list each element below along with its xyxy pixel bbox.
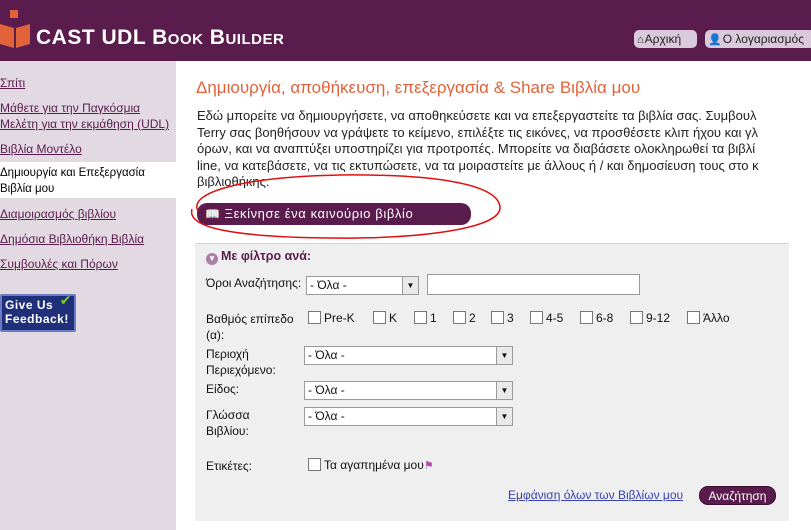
grade-checkbox-prek[interactable]: Pre-K xyxy=(308,310,355,326)
favorites-label: Τα αγαπημένα μου xyxy=(324,458,424,472)
grade-checkbox-2[interactable]: 2 xyxy=(453,310,476,326)
dropdown-arrow-icon: ▼ xyxy=(496,347,512,364)
grade-label: 3 xyxy=(507,311,514,325)
grade-checkbox-9-12[interactable]: 9-12 xyxy=(630,310,670,326)
search-button[interactable]: Αναζήτηση xyxy=(699,486,776,505)
intro-line: Terry σας βοηθήσουν να γράψετε το κείμεν… xyxy=(197,124,759,140)
grade-label: Άλλο xyxy=(703,311,730,325)
checkbox-icon xyxy=(687,311,700,324)
favorites-checkbox[interactable]: Τα αγαπημένα μου⚑ xyxy=(308,457,434,474)
sidebar-item-model-books[interactable]: Βιβλία Μοντέλο xyxy=(0,141,178,157)
genre-select-value: - Όλα - xyxy=(308,383,345,397)
checkbox-icon xyxy=(530,311,543,324)
intro-line: Εδώ μπορείτε να δημιουργήσετε, να αποθηκ… xyxy=(197,108,757,123)
sidebar-item-learn-udl[interactable]: Μάθετε για την Παγκόσμια Μελέτη για την … xyxy=(0,100,178,132)
search-field-select-value: - Όλα - xyxy=(310,278,347,292)
checkbox-icon xyxy=(373,311,386,324)
sidebar-item-public-library[interactable]: Δημόσια Βιβλιοθήκη Βιβλία xyxy=(0,231,178,247)
grade-label: 2 xyxy=(469,311,476,325)
grade-checkbox-other[interactable]: Άλλο xyxy=(687,310,730,326)
home-button[interactable]: ⌂Αρχική xyxy=(634,30,697,48)
filter-title: Με φίλτρο ανά: xyxy=(221,249,312,263)
language-label: Γλώσσα Βιβλίου: xyxy=(206,408,250,438)
collapse-icon: ▼ xyxy=(206,253,218,265)
search-field-select[interactable]: - Όλα - ▼ xyxy=(306,276,419,295)
dropdown-arrow-icon: ▼ xyxy=(496,382,512,399)
brand-book-builder: Book Builder xyxy=(152,26,285,49)
dropdown-arrow-icon: ▼ xyxy=(402,277,418,294)
brand-title[interactable]: CAST UDL Book Builder xyxy=(36,26,284,50)
grade-label: 1 xyxy=(430,311,437,325)
intro-line: line, να κατεβάσετε, να τις εκτυπώσετε, … xyxy=(197,157,759,173)
intro-line: όρων, και να αναπτύξει υποστηρίζει για π… xyxy=(197,141,756,156)
cast-logo-icon[interactable] xyxy=(0,10,32,50)
grade-label: K xyxy=(389,311,398,325)
sidebar-item-share-book[interactable]: Διαμοιρασμός βιβλίου xyxy=(0,206,178,222)
page-title: Δημιουργία, αποθήκευση, επεξεργασία & Sh… xyxy=(196,78,641,97)
language-select[interactable]: - Όλα - ▼ xyxy=(304,407,513,426)
flag-icon: ⚑ xyxy=(423,460,434,472)
checkbox-icon xyxy=(491,311,504,324)
book-icon: 📖 xyxy=(205,207,221,221)
sidebar-item-tips-resources[interactable]: Συμβουλές και Πόρων xyxy=(0,256,178,272)
checkbox-icon xyxy=(308,458,321,471)
app-header: CAST UDL Book Builder ⌂Αρχική 👤Ο λογαρια… xyxy=(0,0,811,61)
sidebar-item-home[interactable]: Σπίτι xyxy=(0,75,178,91)
content-area-select-value: - Όλα - xyxy=(308,348,345,362)
intro-line: βιβλιοθήκης. xyxy=(197,174,270,188)
account-label: Ο λογαριασμός xyxy=(722,32,805,46)
genre-select[interactable]: - Όλα - ▼ xyxy=(304,381,513,400)
content-area-label: Περιοχή Περιεχόμενο: xyxy=(206,347,276,377)
tags-label: Ετικέτες: xyxy=(206,459,252,473)
start-new-book-label: Ξεκίνησε ένα καινούριο βιβλίο xyxy=(224,206,414,221)
dropdown-arrow-icon: ▼ xyxy=(496,408,512,425)
checkbox-icon xyxy=(630,311,643,324)
intro-text: Εδώ μπορείτε να δημιουργήσετε, να αποθηκ… xyxy=(197,108,811,188)
checkbox-icon xyxy=(453,311,466,324)
grade-checkbox-6-8[interactable]: 6-8 xyxy=(580,310,613,326)
home-icon: ⌂ xyxy=(637,34,644,46)
account-button[interactable]: 👤Ο λογαριασμός xyxy=(705,30,811,48)
user-icon: 👤 xyxy=(708,34,722,46)
grade-checkbox-4-5[interactable]: 4-5 xyxy=(530,310,563,326)
search-terms-label: Όροι Αναζήτησης: xyxy=(206,276,302,290)
grade-checkbox-1[interactable]: 1 xyxy=(414,310,437,326)
show-all-books-link[interactable]: Εμφάνιση όλων των Βιβλίων μου xyxy=(508,488,683,502)
grade-label: 9-12 xyxy=(646,311,671,325)
brand-cast: CAST UDL xyxy=(36,26,146,49)
grade-level-label: Βαθμός επίπεδο (α): xyxy=(206,312,294,342)
language-select-value: - Όλα - xyxy=(308,409,345,423)
genre-label: Είδος: xyxy=(206,382,240,396)
checkbox-icon xyxy=(414,311,427,324)
grade-label: 6-8 xyxy=(596,311,614,325)
checkbox-icon xyxy=(308,311,321,324)
start-new-book-button[interactable]: 📖 Ξεκίνησε ένα καινούριο βιβλίο xyxy=(197,203,471,225)
checkbox-icon xyxy=(580,311,593,324)
filter-toggle[interactable]: ▼ Με φίλτρο ανά: xyxy=(206,249,311,265)
feedback-button[interactable]: Give Us Feedback! ✔ xyxy=(0,292,76,332)
checkmark-icon: ✔ xyxy=(59,292,72,308)
content-area-select[interactable]: - Όλα - ▼ xyxy=(304,346,513,365)
search-input[interactable] xyxy=(427,274,640,295)
sidebar-item-create-edit[interactable]: Δημιουργία και Επεξεργασία Βιβλία μου xyxy=(0,165,176,197)
grade-label: 4-5 xyxy=(546,311,564,325)
grade-checkbox-3[interactable]: 3 xyxy=(491,310,514,326)
grade-label: Pre-K xyxy=(324,311,355,325)
home-label: Αρχική xyxy=(644,32,682,46)
grade-checkbox-k[interactable]: K xyxy=(373,310,397,326)
